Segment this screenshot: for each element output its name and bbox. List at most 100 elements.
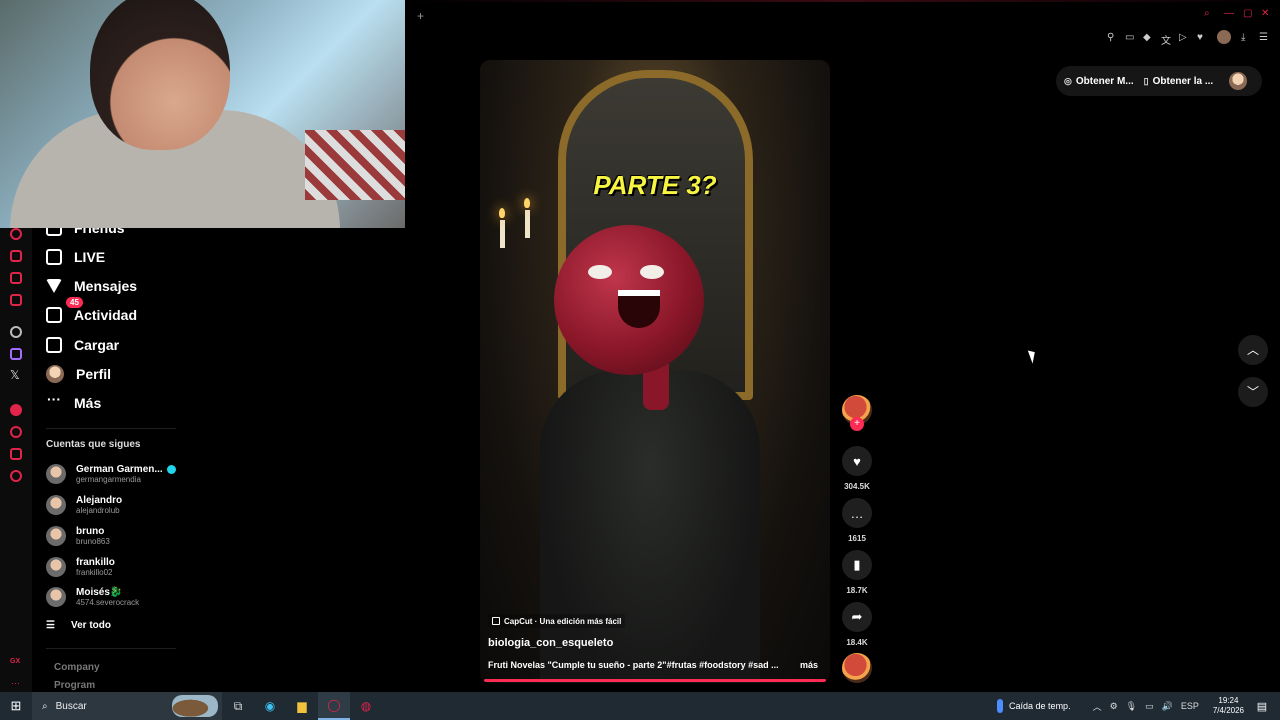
following-name: German Garmen... bbox=[76, 464, 163, 475]
settings-icon[interactable] bbox=[10, 470, 22, 482]
get-coins-label: Obtener M... bbox=[1075, 75, 1134, 87]
comment-icon[interactable]: … bbox=[842, 498, 872, 528]
weather-widget[interactable]: Caída de temp. bbox=[997, 699, 1071, 713]
following-handle: frankillo02 bbox=[76, 568, 113, 577]
chatgpt-icon[interactable] bbox=[10, 326, 22, 338]
video-author[interactable]: biologia_con_esqueleto bbox=[488, 637, 613, 649]
player-icon[interactable] bbox=[10, 294, 22, 306]
shield-icon[interactable]: ◆ bbox=[1143, 32, 1151, 43]
nav-upload[interactable]: Cargar bbox=[46, 333, 119, 357]
thermometer-icon bbox=[997, 699, 1004, 713]
nav-more[interactable]: ··· Más bbox=[46, 391, 101, 415]
bookmark-icon[interactable]: ▮ bbox=[842, 550, 872, 580]
history-icon[interactable] bbox=[10, 228, 22, 240]
translate-icon[interactable]: 文 bbox=[1161, 32, 1171, 47]
capcut-anchor[interactable]: CapCut · Una edición más fácil bbox=[488, 614, 626, 628]
nav-messages-label: Mensajes bbox=[74, 278, 138, 294]
clock-time: 19:24 bbox=[1218, 696, 1239, 705]
share-count: 18.4K bbox=[846, 638, 868, 647]
video-scene-candle bbox=[525, 210, 530, 238]
x-twitter-icon[interactable]: 𝕏 bbox=[10, 368, 20, 382]
gx-label: GX bbox=[10, 658, 21, 665]
maximize-icon[interactable]: ▢ bbox=[1243, 8, 1252, 19]
webcam-overlay bbox=[0, 0, 405, 228]
nav-upload-label: Cargar bbox=[74, 337, 120, 353]
show-hidden-icons-icon[interactable]: ︿ bbox=[1093, 700, 1102, 713]
file-explorer-icon[interactable]: ▆ bbox=[286, 692, 318, 720]
music-disc-icon[interactable] bbox=[842, 653, 872, 683]
menu-icon[interactable]: ☰ bbox=[1259, 32, 1268, 43]
task-view-icon[interactable]: ⧉ bbox=[222, 692, 254, 720]
snapshot-icon[interactable]: ▭ bbox=[1125, 32, 1134, 43]
video-description: Fruti Novelas "Cumple tu sueño - parte 2… bbox=[488, 660, 779, 670]
footer-program-link[interactable]: Program bbox=[54, 680, 95, 691]
nav-messages[interactable]: Mensajes bbox=[46, 274, 137, 298]
sidebar-divider bbox=[46, 648, 176, 649]
following-item[interactable]: Alejandro alejandrolub bbox=[46, 493, 122, 517]
notifications-icon[interactable]: ▤ bbox=[1252, 700, 1272, 713]
previous-video-button[interactable]: ︿ bbox=[1238, 335, 1268, 365]
nav-activity[interactable]: 45 Actividad bbox=[46, 297, 138, 327]
description-more-link[interactable]: más bbox=[800, 660, 818, 670]
browser-toolbar: + ⌕ — ▢ ✕ ⚲ ▭ ◆ 文 ▷ ♥ ⤓ ☰ bbox=[405, 0, 1280, 50]
recording-app-icon[interactable]: ◍ bbox=[350, 692, 382, 720]
profile-avatar[interactable] bbox=[1217, 30, 1231, 44]
more-dots-icon[interactable]: ··· bbox=[11, 678, 20, 688]
taskbar-clock[interactable]: 19:24 7/4/2026 bbox=[1213, 696, 1244, 716]
gx-corner-icon[interactable] bbox=[10, 272, 22, 284]
opera-gx-icon[interactable]: ◯ bbox=[318, 692, 350, 720]
play-icon[interactable]: ▷ bbox=[1179, 32, 1187, 43]
nav-activity-label: Actividad bbox=[74, 307, 138, 323]
next-video-button[interactable]: ﹀ bbox=[1238, 377, 1268, 407]
microphone-icon[interactable]: 🎙 bbox=[1126, 701, 1137, 712]
windows-start-icon[interactable]: ⊞ bbox=[0, 692, 32, 720]
search-tabs-icon[interactable]: ⌕ bbox=[1204, 8, 1210, 19]
clock-icon[interactable] bbox=[10, 426, 22, 438]
capcut-label: CapCut · Una edición más fácil bbox=[504, 616, 622, 626]
extensions-icon[interactable] bbox=[10, 448, 22, 460]
nav-live[interactable]: LIVE bbox=[46, 245, 105, 269]
following-item[interactable]: German Garmen... germangarmendia bbox=[46, 462, 176, 486]
avatar bbox=[46, 557, 66, 577]
search-icon: ⌕ bbox=[42, 700, 48, 712]
minimize-icon[interactable]: — bbox=[1224, 8, 1234, 19]
music-disc-action bbox=[841, 653, 873, 683]
following-name: Moisés🐉 bbox=[76, 587, 123, 598]
get-app-button[interactable]: ▯ Obtener la ... bbox=[1144, 76, 1214, 87]
download-icon[interactable]: ⤓ bbox=[1241, 32, 1245, 43]
sidebar-divider bbox=[46, 428, 176, 429]
share-icon[interactable]: ➦ bbox=[842, 602, 872, 632]
new-tab-icon[interactable]: + bbox=[417, 9, 424, 23]
comment-action: … 1615 bbox=[841, 498, 873, 543]
video-overlay-title: PARTE 3? bbox=[593, 170, 717, 200]
network-icon[interactable]: ▭ bbox=[1145, 701, 1154, 712]
toolbar-accent-line bbox=[405, 0, 1280, 2]
close-icon[interactable]: ✕ bbox=[1261, 8, 1269, 19]
video-player[interactable]: PARTE 3? CapCut · Una edición más fácil … bbox=[480, 60, 830, 683]
user-avatar[interactable] bbox=[1229, 72, 1248, 90]
like-icon[interactable]: ♥ bbox=[842, 446, 872, 476]
app-tray-icon[interactable]: ⚙ bbox=[1110, 701, 1118, 712]
music-icon[interactable] bbox=[10, 404, 22, 416]
heart-icon[interactable]: ♥ bbox=[1197, 32, 1203, 43]
following-item[interactable]: frankillo frankillo02 bbox=[46, 555, 115, 579]
list-icon: ☰ bbox=[46, 620, 55, 631]
see-all-label: Ver todo bbox=[70, 620, 111, 631]
gx-control-icon[interactable] bbox=[10, 250, 22, 262]
edge-icon[interactable]: ◉ bbox=[254, 692, 286, 720]
get-coins-button[interactable]: ◎ Obtener M... bbox=[1064, 76, 1134, 87]
see-all-link[interactable]: ☰ Ver todo bbox=[46, 620, 111, 631]
following-item[interactable]: Moisés🐉 4574.severocrack bbox=[46, 585, 139, 609]
video-progress-bar[interactable] bbox=[484, 679, 826, 682]
volume-icon[interactable]: 🔊 bbox=[1162, 701, 1173, 712]
tiktok-sidebar: Friends LIVE Mensajes 45 Actividad Carga… bbox=[32, 220, 182, 692]
follow-plus-icon[interactable]: + bbox=[850, 417, 864, 431]
language-indicator[interactable]: ESP bbox=[1181, 701, 1199, 711]
pin-icon[interactable]: ⚲ bbox=[1107, 32, 1114, 43]
footer-company-link[interactable]: Company bbox=[54, 662, 100, 673]
nav-profile[interactable]: Perfil bbox=[46, 362, 111, 386]
following-item[interactable]: bruno bruno863 bbox=[46, 524, 110, 548]
taskbar-search[interactable]: ⌕ Buscar bbox=[32, 692, 222, 720]
search-highlight-image bbox=[172, 695, 218, 717]
twitch-icon[interactable] bbox=[10, 348, 22, 360]
